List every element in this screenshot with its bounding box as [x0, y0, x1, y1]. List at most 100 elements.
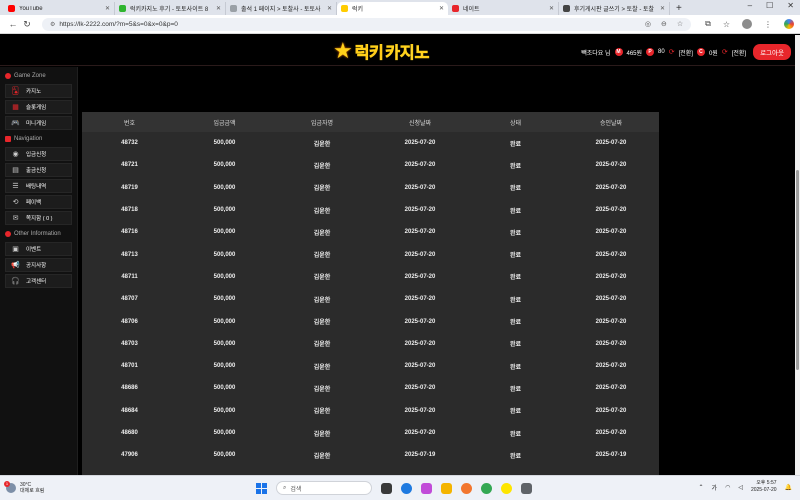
minimize-icon[interactable]: – [748, 1, 752, 10]
table-cell: 2025-07-20 [404, 273, 436, 280]
maximize-icon[interactable]: ☐ [766, 1, 773, 10]
refresh-icon[interactable]: ⟳ [669, 48, 675, 56]
table-cell: 47906 [121, 452, 138, 459]
profile-avatar-icon[interactable] [742, 19, 752, 29]
column-header: 신청날짜 [408, 120, 432, 127]
gift-icon: ▣ [12, 246, 19, 253]
point-convert-link[interactable]: [전환] [679, 48, 693, 57]
back-icon[interactable]: ← [6, 19, 20, 29]
clock-date: 2025-07-20 [750, 487, 777, 493]
sidebar-item-label: 슬롯게임 [26, 105, 47, 111]
logout-button[interactable]: 로그아웃 [753, 44, 791, 60]
firefox-icon[interactable] [461, 482, 472, 494]
sidebar-item[interactable]: ⟲ 페이백 [5, 195, 72, 209]
sidebar-item-label: 페이백 [26, 200, 42, 206]
copilot-icon[interactable] [421, 482, 432, 494]
table-cell: 2025-07-20 [404, 251, 436, 258]
bookmark-star-icon[interactable]: ☆ [677, 20, 683, 28]
tab-close-icon[interactable]: ✕ [439, 5, 444, 12]
browser-tab[interactable]: YouTube ✕ [4, 2, 115, 15]
table-cell: 48680 [121, 430, 138, 436]
sidebar-item[interactable]: 📢 공지사항 [5, 258, 72, 272]
table-cell: 2025-07-20 [404, 140, 436, 147]
sidebar-item[interactable]: ☰ 배팅내역 [5, 179, 72, 193]
tab-close-icon[interactable]: ✕ [549, 5, 554, 12]
chrome-icon[interactable] [481, 482, 492, 494]
url-text[interactable]: https://lk-2222.com/?m=5&s=0&x=0&p=0 [59, 21, 178, 28]
menu-kebab-icon[interactable]: ⋮ [764, 20, 772, 29]
ime-lang-indicator[interactable]: 가 [712, 483, 718, 492]
tab-close-icon[interactable]: ✕ [327, 5, 332, 12]
table-cell: 2025-07-20 [404, 184, 436, 191]
file-explorer-icon[interactable] [441, 482, 452, 494]
table-cell: 2025-07-20 [595, 162, 627, 169]
sidebar-item[interactable]: ▤ 출금신청 [5, 163, 72, 177]
browser-tab[interactable]: 네이트 ✕ [448, 2, 559, 15]
extensions-icon[interactable]: ⧉ [705, 19, 711, 29]
sidebar-item[interactable]: 🎧 고객센터 [5, 274, 72, 288]
sidebar-item-label: 쪽지함 ( 0 ) [26, 216, 53, 222]
site-logo[interactable]: ★ 럭키 카지노 [333, 38, 430, 63]
logo-accent-text: 카지노 [385, 42, 430, 62]
slot-icon: ▦ [12, 104, 19, 111]
column-header: 승인날짜 [599, 120, 623, 127]
clock[interactable]: 오후 5:57 2025-07-20 [751, 480, 777, 494]
tab-favicon-icon [341, 5, 348, 12]
clock-time: 오후 5:57 [756, 480, 777, 486]
app-icon[interactable] [521, 482, 532, 494]
reload-icon[interactable]: ↻ [20, 19, 34, 30]
site-info-icon[interactable]: ⚙ [50, 21, 55, 28]
notification-bell-icon[interactable]: 🔔 [785, 484, 792, 491]
browser-tab[interactable]: 럭키 ✕ [337, 2, 448, 15]
new-tab-button[interactable]: + [676, 2, 682, 15]
table-cell: 2025-07-20 [595, 184, 627, 191]
tray-chevron-icon[interactable]: ⌃ [699, 484, 704, 491]
search-icon: ⌕ [283, 484, 287, 491]
address-bar: ← ↻ ⚙ https://lk-2222.com/?m=5&s=0&x=0&p… [0, 15, 800, 34]
tab-favicon-icon [563, 5, 570, 12]
table-cell: 2025-07-20 [595, 296, 627, 303]
sidebar-item-label: 미니게임 [26, 121, 47, 127]
browser-tab[interactable]: 럭키카지노 후기 - 토토사이트 8 ✕ [115, 2, 226, 15]
refresh-icon-2[interactable]: ⟳ [722, 48, 728, 56]
volume-icon[interactable]: ◁ [738, 484, 743, 491]
sidebar-item[interactable]: 🂡 카지노 [5, 84, 72, 98]
browser-tab[interactable]: 출석 1 페이지 > 토찰사 - 토토사 ✕ [226, 2, 337, 15]
translate-icon[interactable]: ⊖ [661, 20, 667, 28]
tab-close-icon[interactable]: ✕ [216, 5, 221, 12]
taskbar-search-input[interactable]: ⌕ 검색 [276, 481, 372, 495]
kakaotalk-icon[interactable] [501, 482, 512, 494]
weather-widget[interactable]: 1 30°C 대체로 흐림 [0, 481, 44, 494]
browser-tab[interactable]: 후기게시판 글쓰기 > 토찰 - 토찰 ✕ [559, 2, 670, 15]
sidebar-item[interactable]: ✉ 쪽지함 ( 0 ) [5, 211, 72, 225]
table-cell: 김윤한 [313, 186, 331, 193]
bookmarks-icon[interactable]: ☆ [723, 20, 730, 29]
tab-close-icon[interactable]: ✕ [105, 5, 110, 12]
lens-icon[interactable]: ◎ [645, 20, 651, 28]
sidebar-item-label: 이벤트 [26, 247, 42, 253]
gemini-icon[interactable] [784, 19, 794, 29]
edge-browser-icon[interactable] [401, 482, 412, 494]
sidebar-item[interactable]: ◉ 입금신청 [5, 147, 72, 161]
table-cell: 2025-07-20 [404, 229, 436, 236]
sidebar-item[interactable]: ▣ 이벤트 [5, 242, 72, 256]
coupon-convert-link[interactable]: [전환] [732, 48, 746, 57]
table-cell: 완료 [509, 230, 522, 237]
table-cell: 김윤한 [313, 208, 331, 215]
network-icon[interactable]: ◠ [725, 484, 730, 491]
scrollbar-thumb[interactable] [796, 170, 799, 370]
windows-start-icon[interactable] [256, 482, 267, 494]
sidebar-item[interactable]: 🎮 미니게임 [5, 116, 72, 130]
url-omnibox[interactable]: ⚙ https://lk-2222.com/?m=5&s=0&x=0&p=0 ◎… [41, 17, 692, 31]
task-view-icon[interactable] [381, 482, 392, 494]
table-cell: 김윤한 [313, 386, 331, 393]
table-cell: 김윤한 [313, 431, 331, 438]
table-cell: 2025-07-20 [404, 340, 436, 347]
table-cell: 완료 [509, 297, 522, 304]
tab-close-icon[interactable]: ✕ [660, 5, 665, 12]
section-title-text: Navigation [14, 136, 43, 142]
close-window-icon[interactable]: ✕ [787, 1, 794, 10]
table-cell: 2025-07-20 [404, 363, 436, 370]
page-scrollbar[interactable] [795, 35, 800, 475]
sidebar-item[interactable]: ▦ 슬롯게임 [5, 100, 72, 114]
